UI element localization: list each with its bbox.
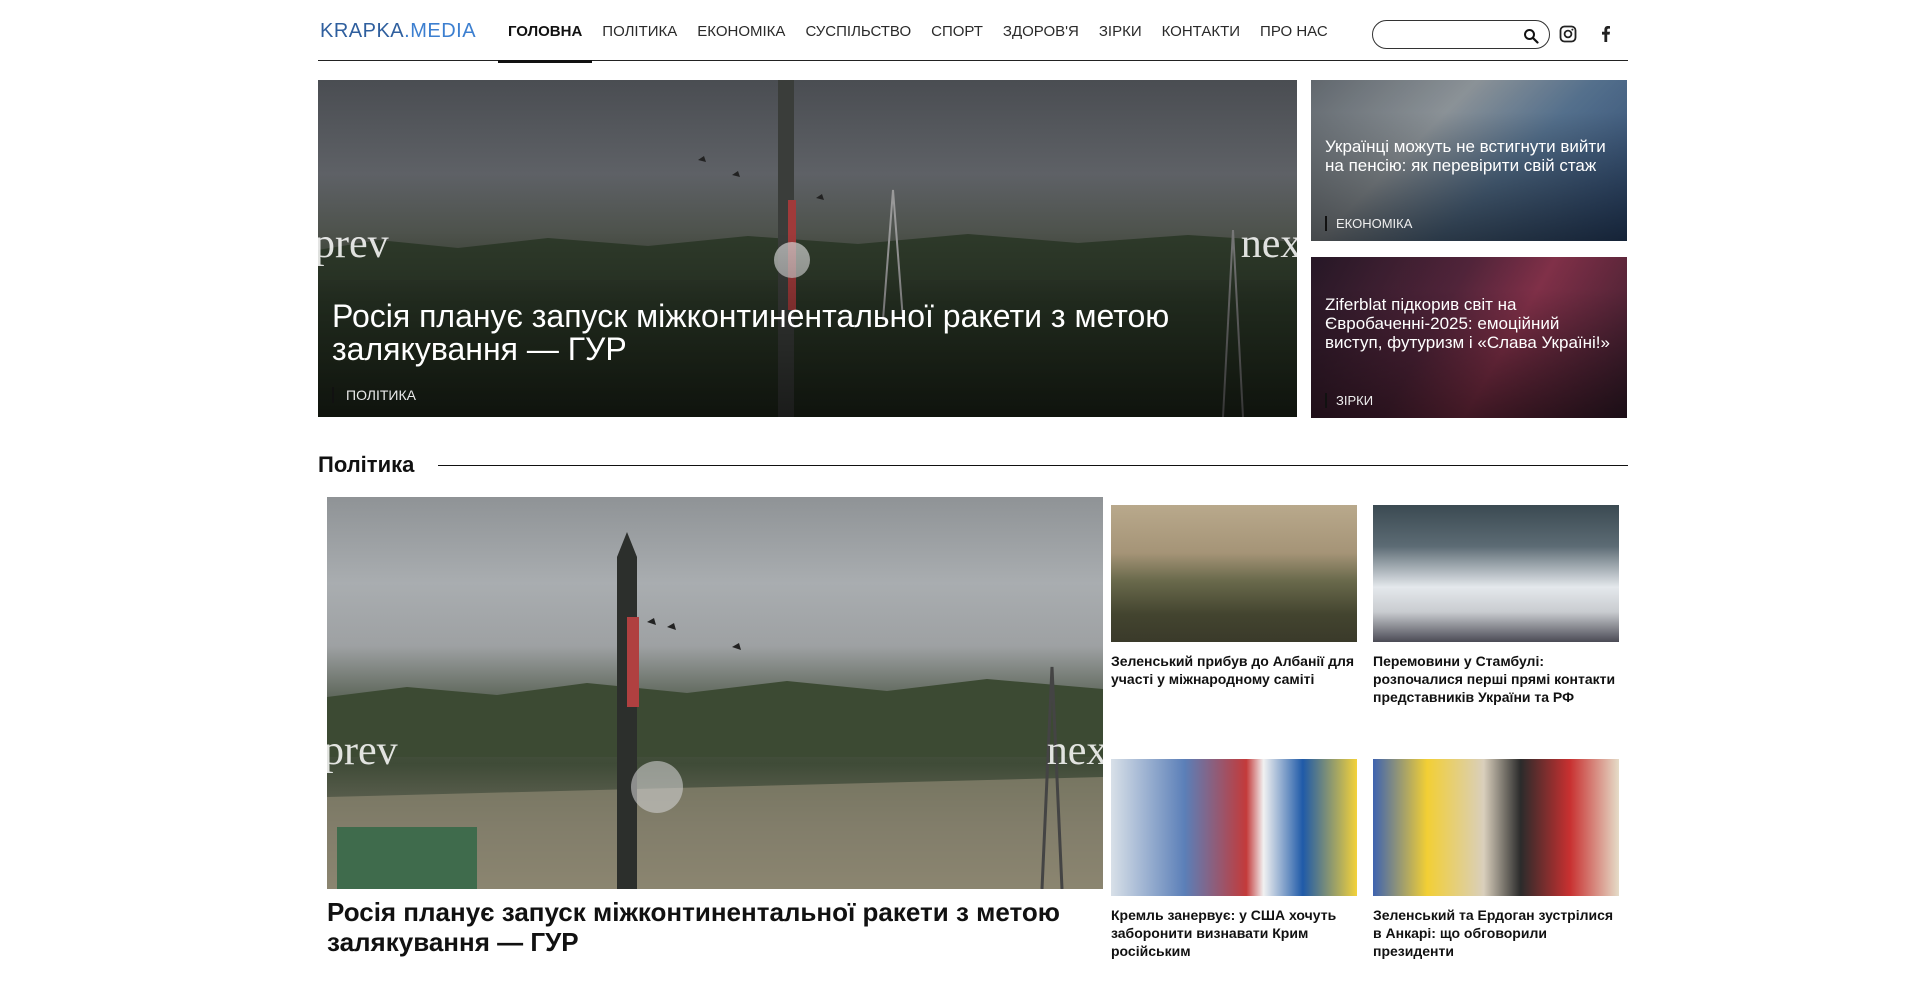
card-title[interactable]: Кремль занервує: у США хочуть заборонити… xyxy=(1111,906,1357,960)
side-card-category[interactable]: Економіка xyxy=(1325,216,1412,231)
hero-side-card-pension[interactable]: Українці можуть не встигнути вийти на пе… xyxy=(1311,80,1627,241)
instagram-icon[interactable] xyxy=(1558,24,1578,44)
search-box xyxy=(1372,20,1550,49)
hero-main-title[interactable]: Росія планує запуск міжконтинентальної р… xyxy=(332,300,1262,366)
card-title[interactable]: Перемовини у Стамбулі: розпочалися перші… xyxy=(1373,652,1619,706)
search-input[interactable] xyxy=(1383,25,1518,45)
hero-next-button[interactable]: next xyxy=(1241,220,1297,268)
nav-item-contacts[interactable]: Контакти xyxy=(1152,0,1250,61)
card-thumbnail[interactable] xyxy=(1111,505,1357,642)
side-card-category[interactable]: Зірки xyxy=(1325,393,1373,408)
nav-item-about[interactable]: Про нас xyxy=(1250,0,1338,61)
logo-dot-media: .MEDIA xyxy=(404,20,477,42)
nav-item-health[interactable]: Здоров'я xyxy=(993,0,1089,61)
site-header: KRAPKA.MEDIA Головна Політика Економіка … xyxy=(318,0,1628,63)
card-thumbnail[interactable] xyxy=(1373,759,1619,896)
politics-main-slide[interactable]: prev next xyxy=(327,497,1103,889)
politics-prev-button[interactable]: prev xyxy=(327,727,398,775)
main-nav: Головна Політика Економіка Суспільство С… xyxy=(498,0,1338,63)
politics-main-image xyxy=(327,532,1103,889)
politics-card-istanbul[interactable]: Перемовини у Стамбулі: розпочалися перші… xyxy=(1373,505,1619,706)
politics-card-ankara[interactable]: Зеленський та Ердоган зустрілися в Анкар… xyxy=(1373,759,1619,960)
nav-item-economy[interactable]: Економіка xyxy=(687,0,795,61)
nav-item-society[interactable]: Суспільство xyxy=(795,0,921,61)
politics-section-header: Політика xyxy=(318,452,1628,482)
card-thumbnail[interactable] xyxy=(1111,759,1357,896)
card-title[interactable]: Зеленський прибув до Албанії для участі … xyxy=(1111,652,1357,688)
side-card-title[interactable]: Ziferblat підкорив світ на Євробаченні-2… xyxy=(1325,295,1615,352)
card-thumbnail[interactable] xyxy=(1373,505,1619,642)
hero-prev-button[interactable]: prev xyxy=(318,220,389,268)
card-title[interactable]: Зеленський та Ердоган зустрілися в Анкар… xyxy=(1373,906,1619,960)
nav-item-stars[interactable]: Зірки xyxy=(1089,0,1152,61)
nav-item-sport[interactable]: Спорт xyxy=(921,0,993,61)
nav-item-home[interactable]: Головна xyxy=(498,0,593,63)
section-title[interactable]: Політика xyxy=(318,452,414,478)
search-icon[interactable] xyxy=(1523,28,1539,44)
politics-main-title[interactable]: Росія планує запуск міжконтинентальної р… xyxy=(327,897,1087,957)
politics-next-button[interactable]: next xyxy=(1047,727,1103,775)
site-logo[interactable]: KRAPKA.MEDIA xyxy=(320,20,476,43)
politics-card-albania[interactable]: Зеленський прибув до Албанії для участі … xyxy=(1111,505,1357,688)
hero-main-slide[interactable]: prev next Росія планує запуск міжконтине… xyxy=(318,80,1297,417)
nav-item-politics[interactable]: Політика xyxy=(592,0,687,61)
hero-main-category[interactable]: Політика xyxy=(332,387,416,403)
section-divider xyxy=(438,465,1628,466)
facebook-icon[interactable] xyxy=(1596,24,1616,44)
hero-side-card-eurovision[interactable]: Ziferblat підкорив світ на Євробаченні-2… xyxy=(1311,257,1627,418)
politics-card-crimea[interactable]: Кремль занервує: у США хочуть заборонити… xyxy=(1111,759,1357,960)
side-card-title[interactable]: Українці можуть не встигнути вийти на пе… xyxy=(1325,137,1615,175)
